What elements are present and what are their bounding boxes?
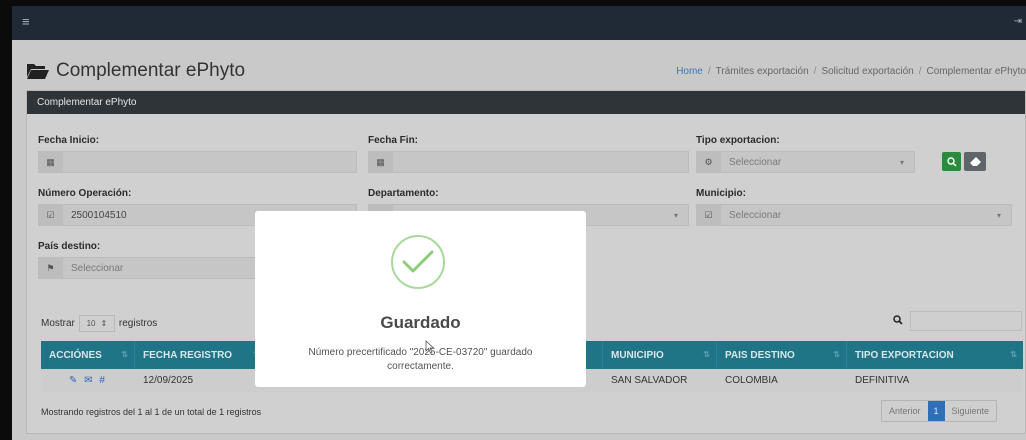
municipio-placeholder: Seleccionar [729, 209, 782, 221]
fecha-inicio-label: Fecha Inicio: [38, 135, 100, 146]
cell-tipo-exportacion: DEFINITIVA [855, 375, 910, 386]
hamburger-menu-icon[interactable]: ≡ [22, 14, 30, 29]
success-check-icon [391, 235, 445, 289]
check-square-icon: ☑ [697, 205, 721, 225]
column-acciones[interactable]: ACCIÓNES ⇅ [41, 341, 135, 369]
fecha-inicio-input[interactable]: ▦ [38, 151, 357, 173]
chevron-down-icon: ▾ [899, 157, 904, 167]
page-length-value: 10 [86, 319, 96, 328]
sort-icon: ⇅ [1010, 350, 1017, 359]
breadcrumb: Home / Trámites exportación / Solicitud expo… [676, 66, 1026, 77]
chevron-down-icon: ▾ [996, 210, 1001, 220]
column-pais-destino[interactable]: PAIS DESTINO ⇅ [717, 341, 847, 369]
municipio-select[interactable]: ☑ Seleccionar ▾ [696, 204, 1012, 226]
pagination-prev[interactable]: Anterior [882, 401, 928, 421]
show-suffix: registros [118, 318, 158, 329]
top-navbar: ≡ ⇥ [12, 6, 1026, 40]
eraser-icon [969, 157, 981, 166]
modal-message: Número precertificado "2025-CE-03720" gu… [308, 347, 533, 372]
clear-filters-button[interactable] [964, 152, 986, 171]
page-title: Complementar ePhyto [26, 60, 245, 82]
pais-destino-label: País destino: [38, 241, 101, 252]
search-icon [946, 156, 957, 167]
calendar-icon: ▦ [369, 152, 393, 172]
cell-fecha-registro: 12/09/2025 [143, 375, 194, 386]
mouse-cursor-icon [425, 340, 435, 354]
search-button[interactable] [942, 152, 961, 171]
modal-title: Guardado [380, 313, 461, 332]
pagination: Anterior 1 Siguiente [881, 400, 998, 422]
breadcrumb-home[interactable]: Home [676, 66, 703, 77]
cell-municipio: SAN SALVADOR [611, 375, 688, 386]
page-title-text: Complementar ePhyto [56, 60, 246, 81]
flag-icon: ⚑ [39, 258, 63, 278]
success-modal: Guardado Número precertificado "2025-CE-… [255, 211, 586, 387]
check-square-icon: ☑ [39, 205, 63, 225]
breadcrumb-solicitud[interactable]: Solicitud exportación [821, 66, 913, 77]
tipo-exportacion-select[interactable]: ⚙ Seleccionar ▾ [696, 151, 915, 173]
tipo-exportacion-placeholder: Seleccionar [729, 156, 782, 168]
page-length-select[interactable]: 10 ⇕ [78, 315, 115, 332]
numero-operacion-label: Número Operación: [38, 188, 132, 199]
sort-icon: ⇅ [703, 350, 710, 359]
calendar-icon: ▦ [39, 152, 63, 172]
municipio-label: Municipio: [696, 188, 746, 199]
row-actions[interactable]: ✎ ✉ # [41, 369, 135, 392]
pagination-page-1[interactable]: 1 [927, 401, 945, 421]
departamento-label: Departamento: [368, 188, 439, 199]
folder-open-icon [27, 64, 49, 79]
logout-icon[interactable]: ⇥ [1014, 16, 1022, 27]
pagination-next[interactable]: Siguiente [945, 401, 997, 421]
column-tipo-exportacion[interactable]: TIPO EXPORTACION ⇅ [847, 341, 1023, 369]
cell-pais-destino: COLOMBIA [725, 375, 778, 386]
chevron-down-icon: ▾ [673, 210, 678, 220]
sort-icon: ⇅ [121, 350, 128, 359]
chevron-updown-icon: ⇕ [100, 319, 108, 328]
show-prefix: Mostrar [41, 318, 75, 329]
page-length-control: Mostrar 10 ⇕ registros [41, 315, 157, 332]
cogs-icon: ⚙ [697, 152, 721, 172]
tipo-exportacion-label: Tipo exportacion: [696, 135, 780, 146]
sort-icon: ⇅ [833, 350, 840, 359]
table-search-input[interactable] [910, 311, 1022, 331]
fecha-fin-label: Fecha Fin: [368, 135, 419, 146]
search-icon [893, 315, 903, 328]
card-title: Complementar ePhyto [27, 91, 1025, 114]
breadcrumb-current: Complementar ePhyto [926, 66, 1026, 77]
fecha-fin-input[interactable]: ▦ [368, 151, 689, 173]
breadcrumb-tramites[interactable]: Trámites exportación [716, 66, 809, 77]
table-info: Mostrando registros del 1 al 1 de un tot… [41, 407, 262, 417]
page-header: Complementar ePhyto Home / Trámites export… [12, 40, 1026, 90]
column-fecha-registro[interactable]: FECHA REGISTRO⇅ [135, 341, 267, 369]
column-municipio[interactable]: MUNICIPIO ⇅ [603, 341, 717, 369]
